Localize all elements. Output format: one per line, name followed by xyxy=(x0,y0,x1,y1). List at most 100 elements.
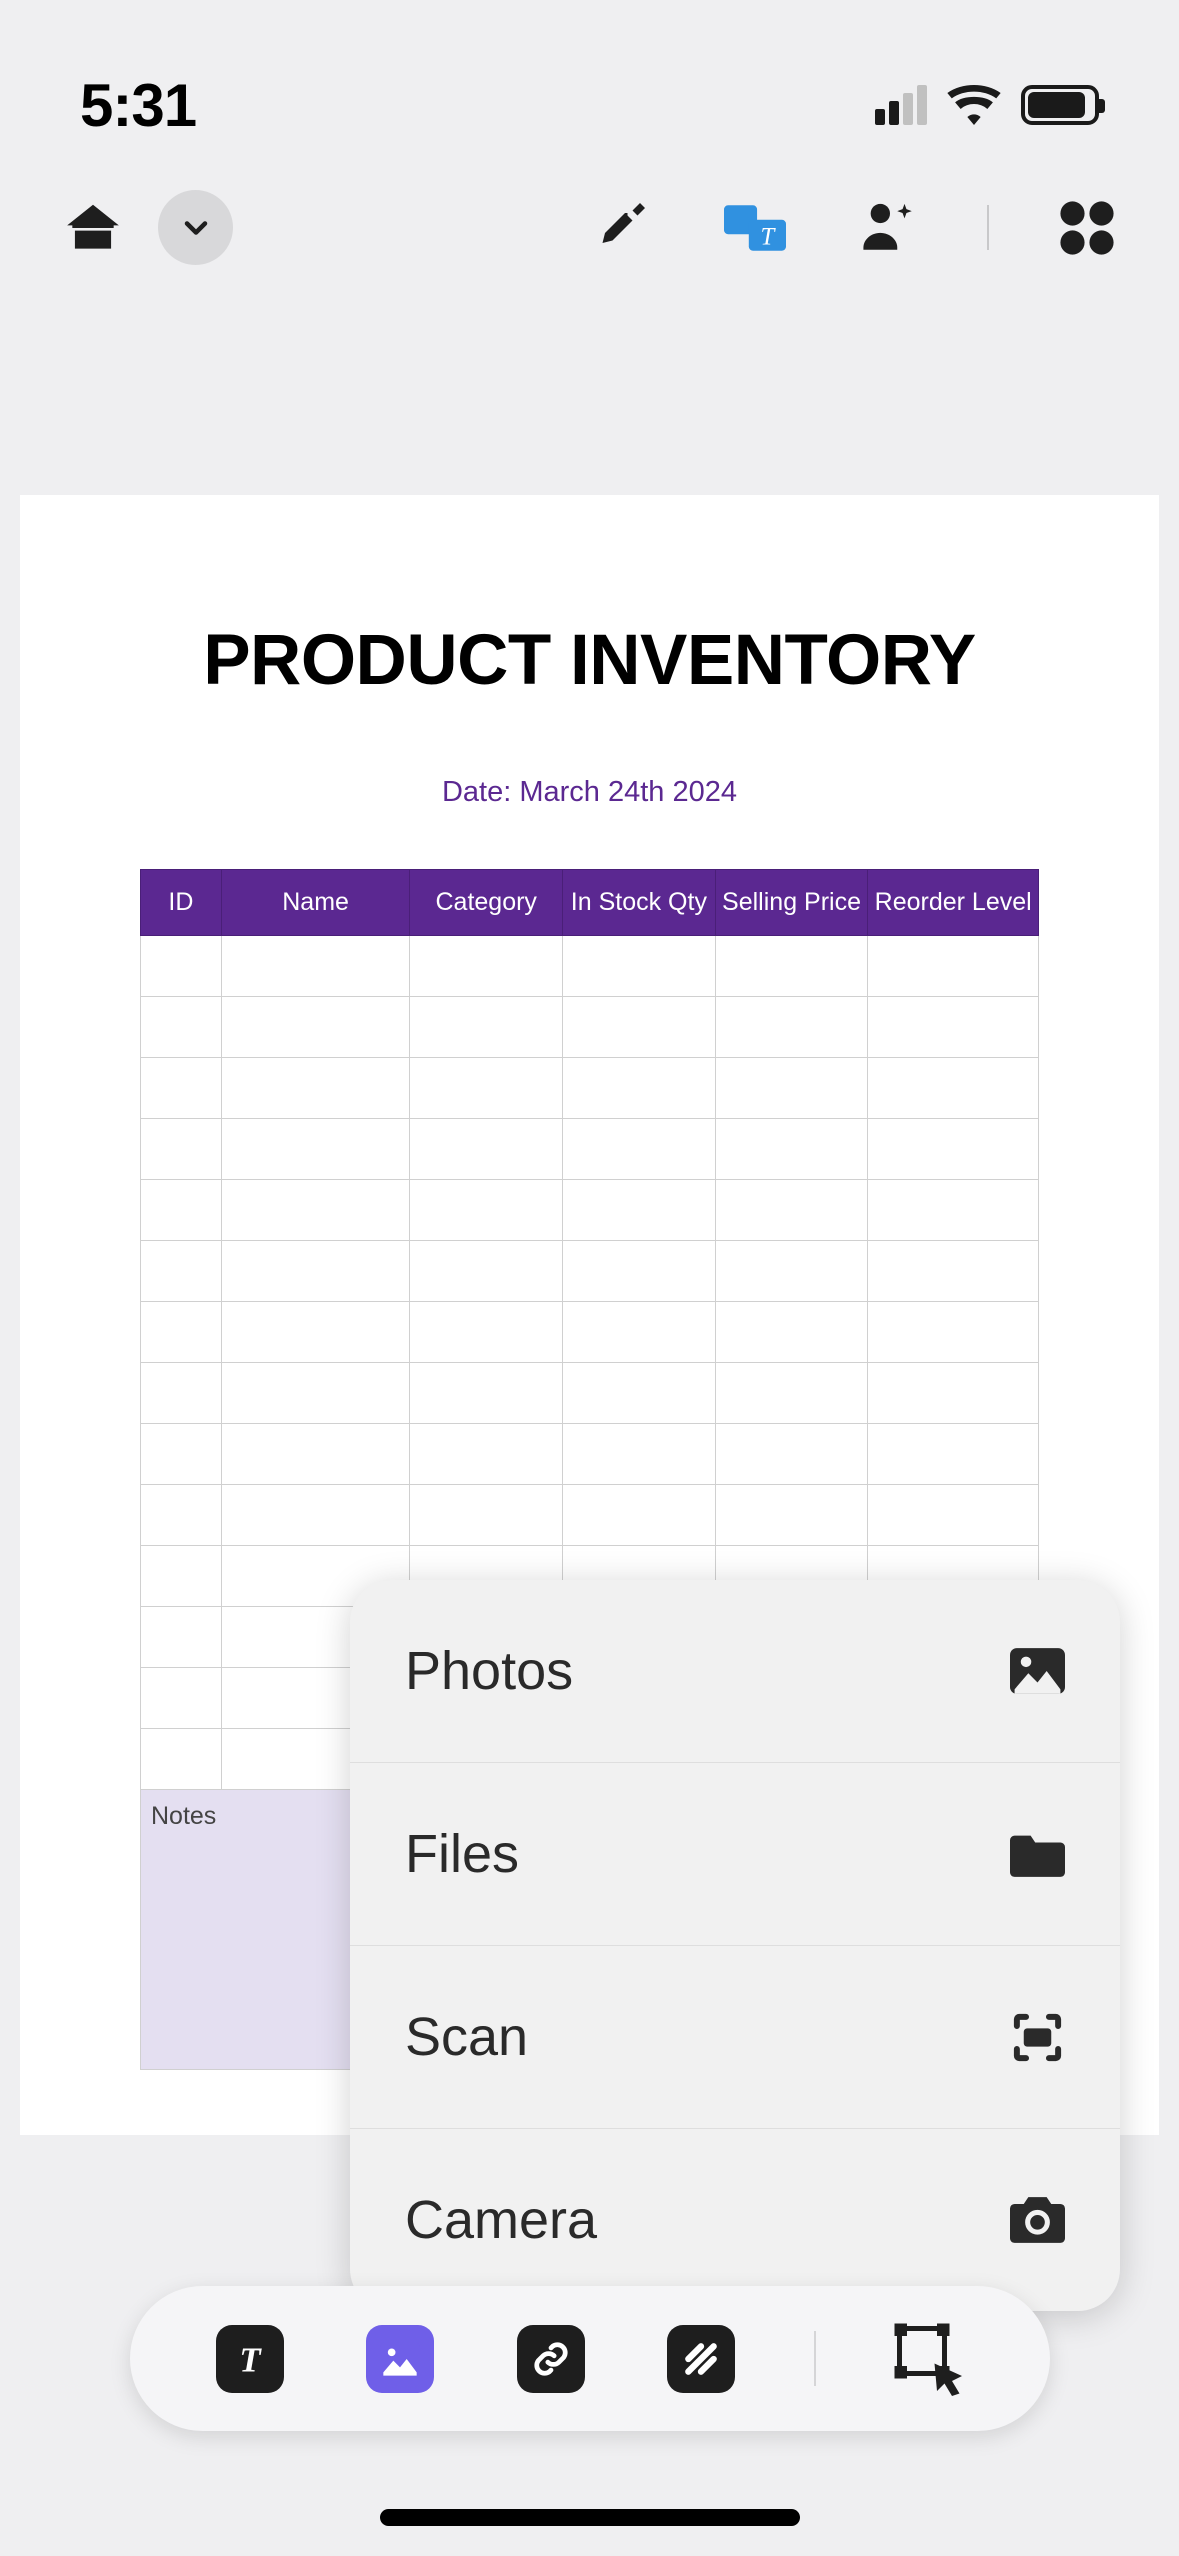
popup-item-camera[interactable]: Camera xyxy=(350,2128,1120,2311)
table-cell[interactable] xyxy=(221,1058,410,1119)
table-cell[interactable] xyxy=(563,997,716,1058)
table-cell[interactable] xyxy=(715,1363,868,1424)
document-title: PRODUCT INVENTORY xyxy=(140,620,1039,701)
table-row[interactable] xyxy=(141,1363,1039,1424)
home-button[interactable] xyxy=(55,190,130,265)
popup-item-scan[interactable]: Scan xyxy=(350,1945,1120,2128)
table-cell[interactable] xyxy=(141,1119,222,1180)
apps-button[interactable] xyxy=(1049,190,1124,265)
table-cell[interactable] xyxy=(410,1241,563,1302)
table-cell[interactable] xyxy=(141,1546,222,1607)
table-cell[interactable] xyxy=(563,1119,716,1180)
table-cell[interactable] xyxy=(868,1180,1039,1241)
table-cell[interactable] xyxy=(141,1668,222,1729)
table-row[interactable] xyxy=(141,936,1039,997)
table-cell[interactable] xyxy=(141,1180,222,1241)
text-tool-button[interactable]: T xyxy=(212,2321,287,2396)
table-cell[interactable] xyxy=(221,1302,410,1363)
table-cell[interactable] xyxy=(715,1241,868,1302)
table-cell[interactable] xyxy=(868,1119,1039,1180)
table-cell[interactable] xyxy=(715,997,868,1058)
table-cell[interactable] xyxy=(410,936,563,997)
pattern-tool-button[interactable] xyxy=(664,2321,739,2396)
table-cell[interactable] xyxy=(868,1241,1039,1302)
table-cell[interactable] xyxy=(868,1485,1039,1546)
table-cell[interactable] xyxy=(868,1058,1039,1119)
table-row[interactable] xyxy=(141,1302,1039,1363)
select-tool-button[interactable] xyxy=(892,2321,967,2396)
table-cell[interactable] xyxy=(221,936,410,997)
link-tool-icon xyxy=(517,2325,585,2393)
magic-button[interactable] xyxy=(852,190,927,265)
table-row[interactable] xyxy=(141,1119,1039,1180)
scan-icon xyxy=(1010,2010,1065,2065)
table-row[interactable] xyxy=(141,1424,1039,1485)
text-style-button[interactable]: T xyxy=(717,190,792,265)
pattern-tool-icon xyxy=(667,2325,735,2393)
table-cell[interactable] xyxy=(141,1485,222,1546)
table-cell[interactable] xyxy=(141,1058,222,1119)
table-cell[interactable] xyxy=(715,1485,868,1546)
table-cell[interactable] xyxy=(141,1302,222,1363)
status-bar: 5:31 xyxy=(0,0,1179,155)
table-cell[interactable] xyxy=(563,1058,716,1119)
table-cell[interactable] xyxy=(563,936,716,997)
table-row[interactable] xyxy=(141,1485,1039,1546)
table-cell[interactable] xyxy=(868,1302,1039,1363)
table-cell[interactable] xyxy=(221,1424,410,1485)
table-cell[interactable] xyxy=(141,997,222,1058)
table-cell[interactable] xyxy=(221,997,410,1058)
table-cell[interactable] xyxy=(715,1180,868,1241)
table-cell[interactable] xyxy=(563,1363,716,1424)
table-row[interactable] xyxy=(141,1058,1039,1119)
table-cell[interactable] xyxy=(563,1424,716,1485)
header-name: Name xyxy=(221,870,410,936)
image-tool-button[interactable] xyxy=(363,2321,438,2396)
table-cell[interactable] xyxy=(221,1363,410,1424)
table-cell[interactable] xyxy=(221,1485,410,1546)
table-cell[interactable] xyxy=(141,1424,222,1485)
table-cell[interactable] xyxy=(868,936,1039,997)
popup-item-photos[interactable]: Photos xyxy=(350,1580,1120,1762)
table-cell[interactable] xyxy=(221,1241,410,1302)
table-cell[interactable] xyxy=(715,1424,868,1485)
table-cell[interactable] xyxy=(868,1424,1039,1485)
dropdown-button[interactable] xyxy=(158,190,233,265)
table-cell[interactable] xyxy=(563,1180,716,1241)
table-cell[interactable] xyxy=(410,1058,563,1119)
table-row[interactable] xyxy=(141,1180,1039,1241)
table-row[interactable] xyxy=(141,997,1039,1058)
table-cell[interactable] xyxy=(410,1180,563,1241)
table-cell[interactable] xyxy=(141,1363,222,1424)
table-cell[interactable] xyxy=(141,1729,222,1790)
table-row[interactable] xyxy=(141,1241,1039,1302)
table-cell[interactable] xyxy=(141,1241,222,1302)
popup-label: Scan xyxy=(405,2006,528,2068)
table-cell[interactable] xyxy=(410,1485,563,1546)
home-icon xyxy=(62,197,124,259)
table-cell[interactable] xyxy=(221,1180,410,1241)
table-cell[interactable] xyxy=(410,1363,563,1424)
table-cell[interactable] xyxy=(563,1485,716,1546)
table-cell[interactable] xyxy=(410,1119,563,1180)
table-cell[interactable] xyxy=(715,936,868,997)
popup-item-files[interactable]: Files xyxy=(350,1762,1120,1945)
table-cell[interactable] xyxy=(141,936,222,997)
table-cell[interactable] xyxy=(563,1302,716,1363)
table-cell[interactable] xyxy=(868,997,1039,1058)
highlighter-icon xyxy=(590,198,650,258)
table-cell[interactable] xyxy=(715,1119,868,1180)
table-cell[interactable] xyxy=(715,1302,868,1363)
table-cell[interactable] xyxy=(563,1241,716,1302)
table-cell[interactable] xyxy=(715,1058,868,1119)
highlighter-button[interactable] xyxy=(582,190,657,265)
link-tool-button[interactable] xyxy=(513,2321,588,2396)
bottom-toolbar: T xyxy=(130,2286,1050,2431)
table-cell[interactable] xyxy=(221,1119,410,1180)
table-cell[interactable] xyxy=(868,1363,1039,1424)
home-indicator[interactable] xyxy=(380,2509,800,2526)
table-cell[interactable] xyxy=(141,1607,222,1668)
table-cell[interactable] xyxy=(410,1302,563,1363)
table-cell[interactable] xyxy=(410,1424,563,1485)
table-cell[interactable] xyxy=(410,997,563,1058)
